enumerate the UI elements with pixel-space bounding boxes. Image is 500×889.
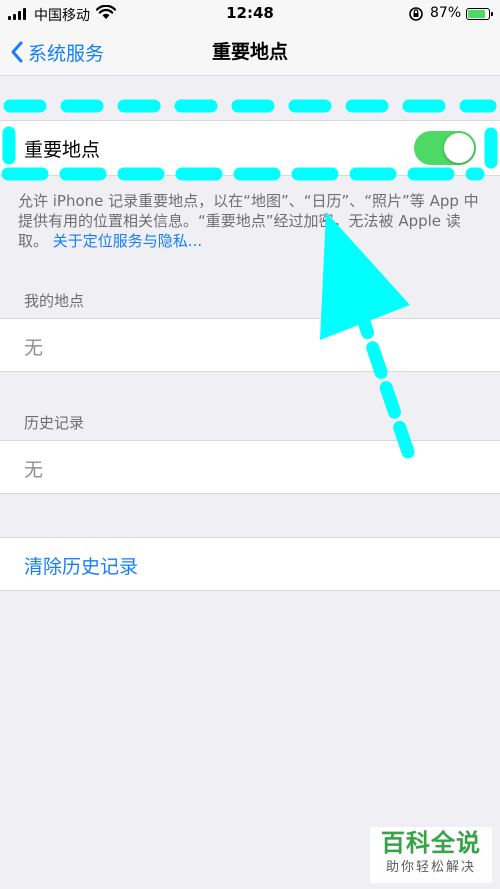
battery-percent: 87%: [430, 5, 462, 21]
significant-locations-description: 允许 iPhone 记录重要地点，以在“地图”、“日历”、“照片”等 App 中…: [18, 191, 488, 251]
significant-locations-row: 重要地点: [0, 120, 500, 176]
back-button[interactable]: 系统服务: [10, 28, 104, 76]
status-bar: 中国移动 12:48 87%: [0, 0, 500, 28]
my-places-header: 我的地点: [24, 292, 85, 310]
back-button-label: 系统服务: [28, 42, 105, 65]
my-places-row: 无: [0, 318, 500, 372]
battery-icon: [466, 8, 493, 20]
chevron-left-icon: [11, 41, 23, 63]
status-time: 12:48: [226, 4, 274, 22]
history-row: 无: [0, 440, 500, 494]
my-places-value: 无: [24, 337, 44, 359]
watermark-title: 百科全说: [381, 829, 481, 857]
significant-locations-label: 重要地点: [24, 139, 101, 161]
watermark-logo: 百科全说 助你轻松解决: [370, 827, 492, 883]
watermark-subtitle: 助你轻松解决: [385, 860, 476, 875]
history-header: 历史记录: [24, 414, 85, 432]
clear-history-label: 清除历史记录: [24, 556, 139, 578]
rotation-lock-icon: [409, 7, 423, 21]
toggle-knob: [444, 133, 474, 163]
history-value: 无: [24, 459, 44, 481]
privacy-link[interactable]: 关于定位服务与隐私...: [53, 232, 202, 250]
clear-history-button[interactable]: 清除历史记录: [0, 537, 500, 591]
significant-locations-toggle[interactable]: [414, 131, 476, 165]
navigation-bar: 重要地点 系统服务: [0, 28, 500, 76]
